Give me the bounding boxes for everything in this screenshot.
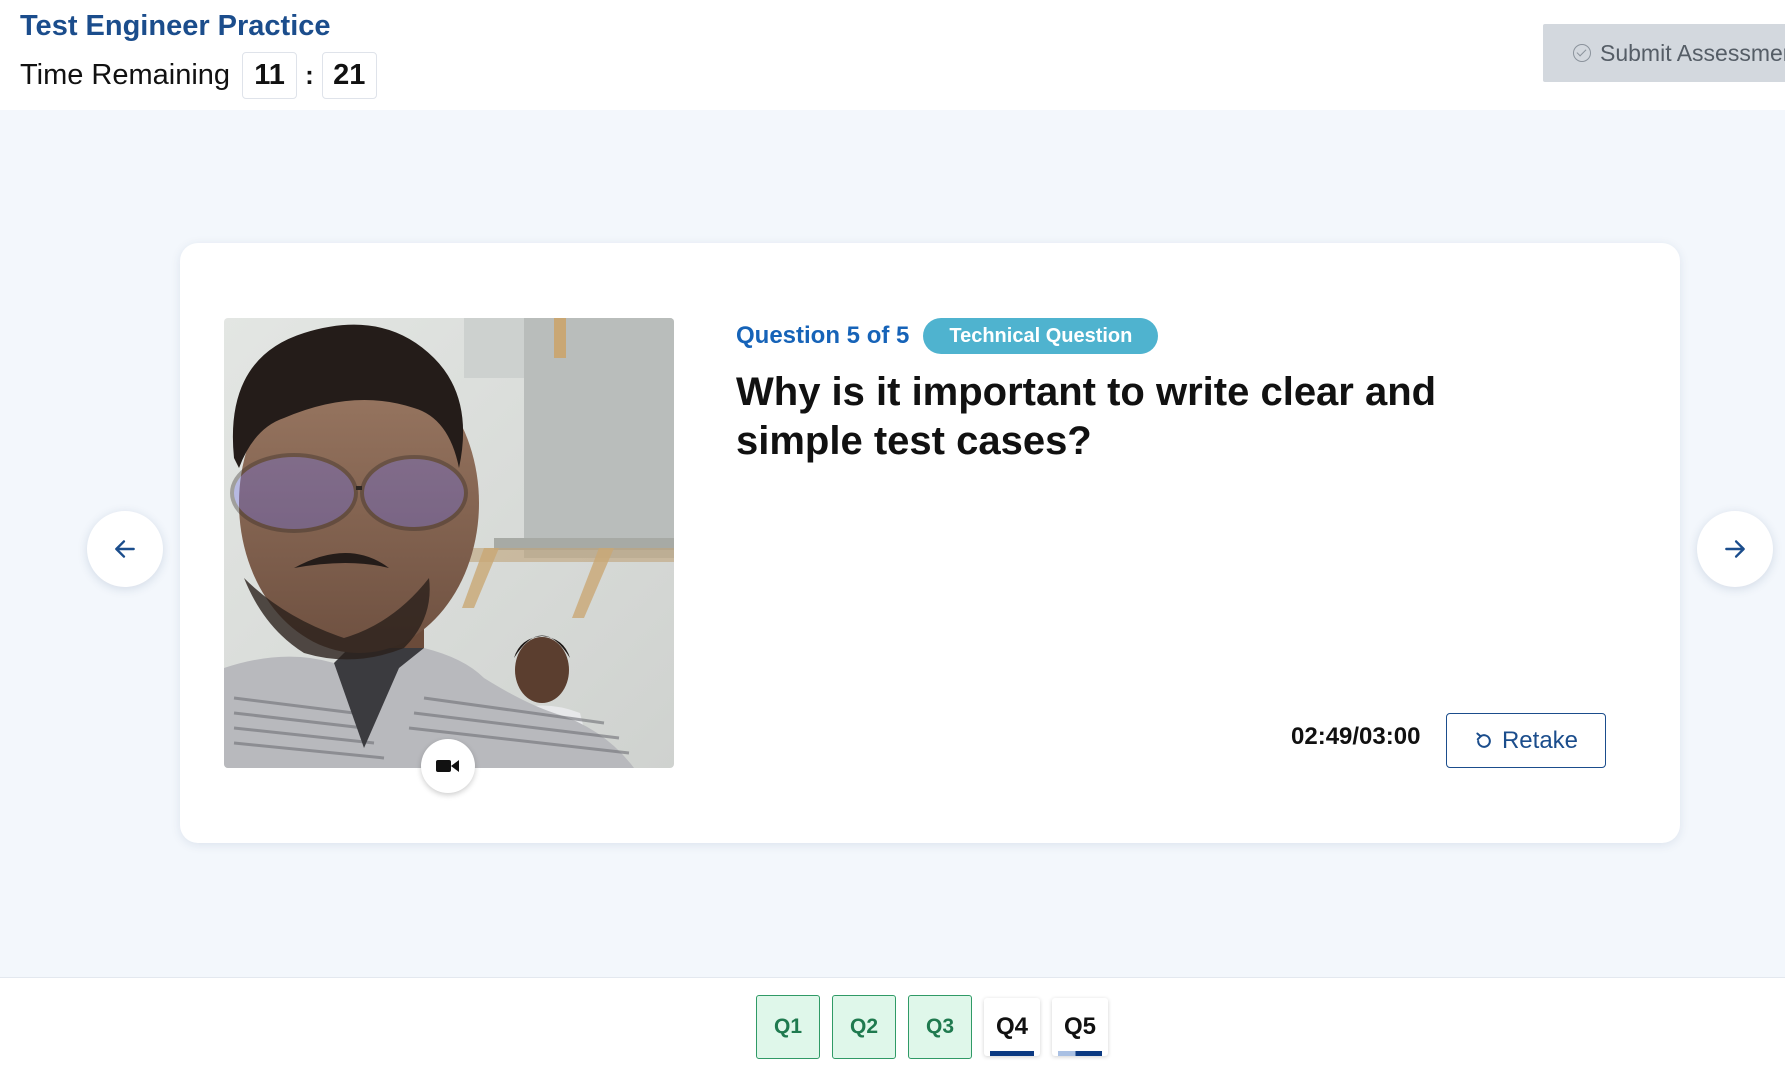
tab-progress-bar — [1058, 1051, 1102, 1056]
camera-toggle-button[interactable] — [421, 739, 475, 793]
question-card: Question 5 of 5 Technical Question Why i… — [180, 243, 1680, 843]
header: Test Engineer Practice Time Remaining 11… — [0, 0, 1785, 110]
timer-minutes: 11 — [242, 52, 298, 99]
question-tab-q1[interactable]: Q1 — [756, 995, 820, 1059]
previous-question-button[interactable] — [87, 511, 163, 587]
question-tab-q5[interactable]: Q5 — [1052, 998, 1108, 1056]
timer-separator: : — [305, 60, 314, 90]
question-tab-q2[interactable]: Q2 — [832, 995, 896, 1059]
assessment-title: Test Engineer Practice — [20, 10, 331, 42]
submit-assessment-button[interactable]: Submit Assessment — [1543, 24, 1785, 82]
timer-seconds: 21 — [321, 52, 377, 99]
retake-button[interactable]: Retake — [1446, 713, 1606, 768]
question-tab-q4[interactable]: Q4 — [984, 998, 1040, 1056]
tab-progress-bar — [990, 1051, 1034, 1056]
time-remaining: Time Remaining 11 : 21 — [20, 52, 377, 99]
next-question-button[interactable] — [1697, 511, 1773, 587]
timer-label: Time Remaining — [20, 59, 231, 91]
question-text: Why is it important to write clear and s… — [736, 370, 1437, 463]
question-meta: Question 5 of 5 Technical Question — [736, 318, 1159, 354]
check-circle-icon — [1573, 44, 1591, 62]
refresh-icon — [1476, 732, 1491, 748]
question-number: Question 5 of 5 — [736, 322, 910, 349]
question-type-badge: Technical Question — [923, 318, 1159, 354]
webcam-preview — [224, 318, 674, 768]
question-navigator: Q1 Q2 Q3 Q4 Q5 — [0, 977, 1785, 1076]
video-camera-icon — [436, 760, 459, 772]
question-tab-label: Q4 — [995, 1013, 1028, 1040]
question-tab-q3[interactable]: Q3 — [908, 995, 972, 1059]
question-tabs: Q1 Q2 Q3 Q4 Q5 — [756, 995, 1108, 1059]
answer-timer: 02:49/03:00 — [1291, 723, 1421, 750]
submit-assessment-label: Submit Assessment — [1600, 39, 1785, 66]
webcam-image — [224, 318, 674, 768]
main-area: Question 5 of 5 Technical Question Why i… — [0, 110, 1785, 977]
arrow-left-icon — [115, 540, 135, 558]
retake-label: Retake — [1501, 726, 1579, 754]
question-tab-label: Q5 — [1063, 1013, 1096, 1040]
arrow-right-icon — [1725, 540, 1745, 558]
